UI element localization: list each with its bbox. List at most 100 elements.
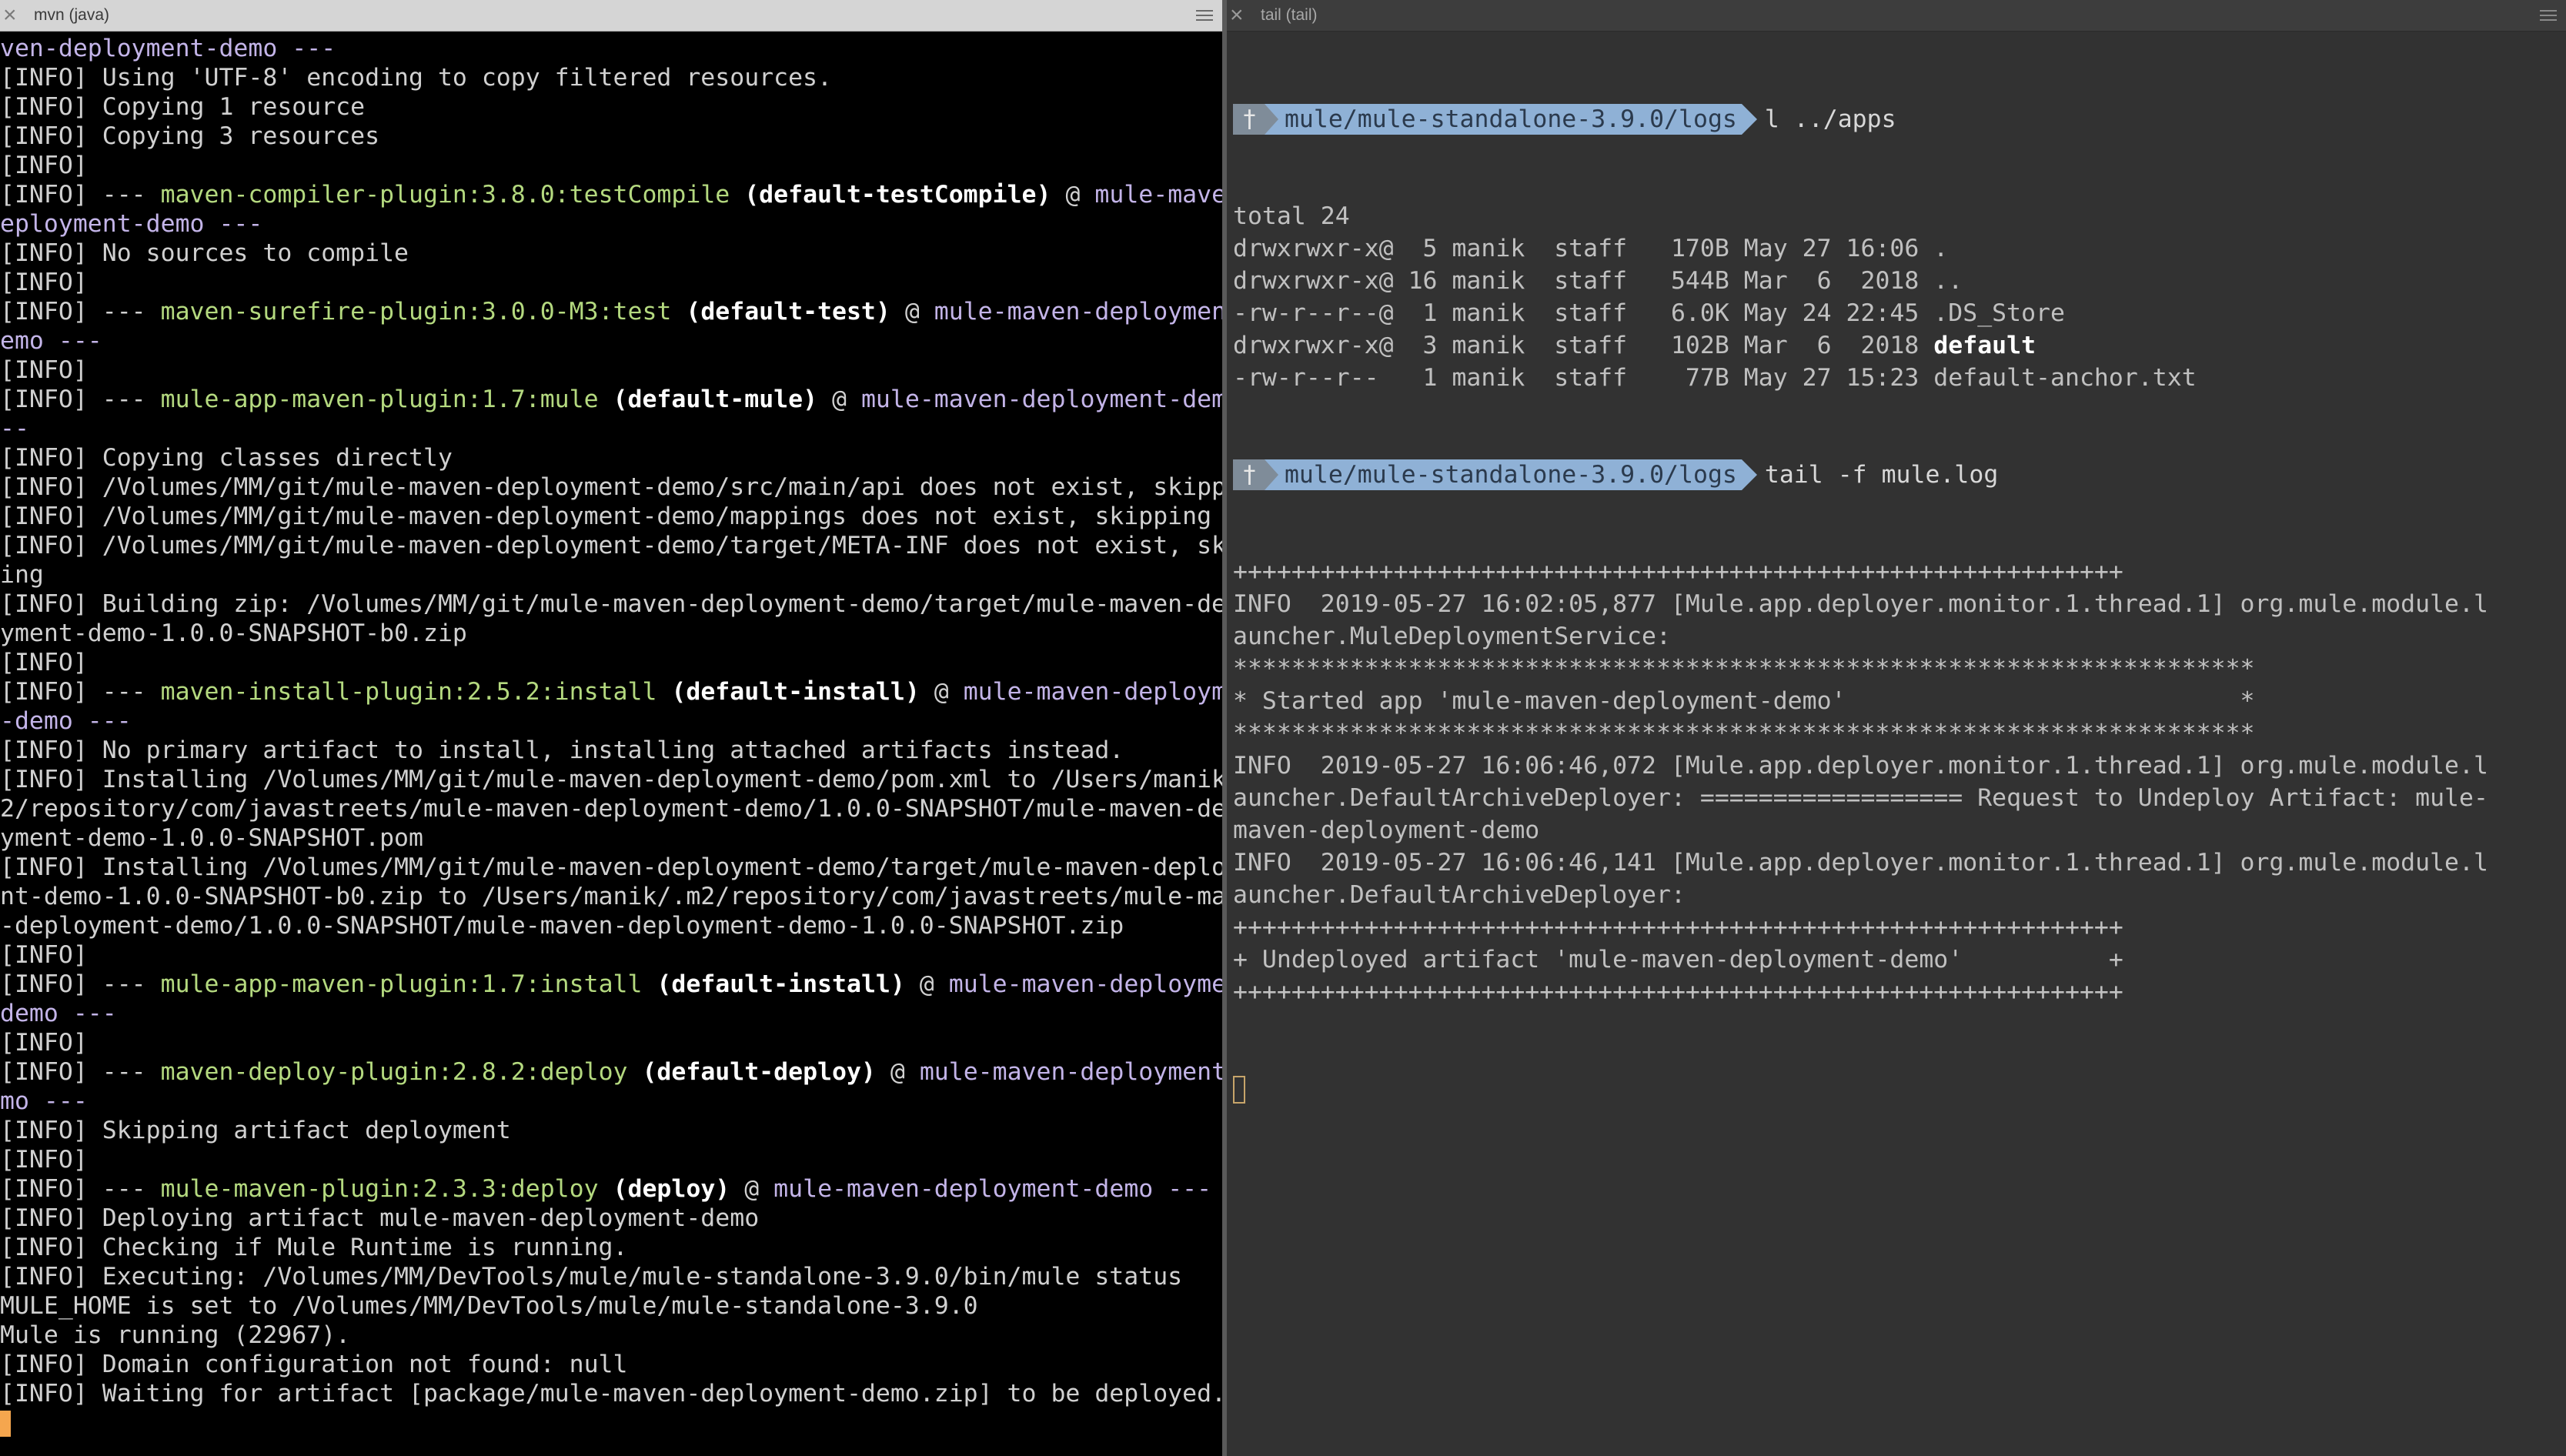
terminal-line: demo --- (0, 999, 1222, 1028)
line-segment: @ (875, 1058, 920, 1086)
terminal-line: [INFO] Installing /Volumes/MM/git/mule-m… (0, 853, 1222, 882)
terminal-line: [INFO] /Volumes/MM/git/mule-maven-deploy… (0, 531, 1222, 560)
hamburger-menu-icon[interactable] (1196, 10, 1213, 21)
line-segment: emo --- (0, 327, 102, 355)
line-segment: drwxrwxr-x@ 3 manik staff 102B Mar 6 201… (1233, 332, 1934, 359)
line-segment: mule-maven-deployment (963, 678, 1222, 706)
terminal-line: ++++++++++++++++++++++++++++++++++++++++… (1233, 976, 2566, 1008)
terminal-line: auncher.DefaultArchiveDeployer: (1233, 879, 2566, 911)
terminal-line: emo --- (0, 326, 1222, 356)
right-tab-title[interactable]: tail (tail) (1261, 0, 1318, 31)
line-segment: -- (0, 415, 29, 442)
line-segment: [INFO] --- (0, 970, 161, 998)
hamburger-menu-icon[interactable] (2540, 10, 2557, 21)
terminal-line: yment-demo-1.0.0-SNAPSHOT.pom (0, 823, 1222, 853)
terminal-line: auncher.DefaultArchiveDeployer: ========… (1233, 782, 2566, 814)
line-segment: [INFO] Copying 3 resources (0, 122, 380, 150)
terminal-line: eployment-demo --- (0, 209, 1222, 239)
prompt-path-segment: mule/mule-standalone-3.9.0/logs (1264, 459, 1757, 490)
line-segment: yment-demo-1.0.0-SNAPSHOT-b0.zip (0, 619, 467, 647)
line-segment: [INFO] Building zip: /Volumes/MM/git/mul… (0, 590, 1222, 618)
line-segment: (default-deploy) (627, 1058, 876, 1086)
line-segment: @ (919, 678, 964, 706)
line-segment: @ (730, 1175, 774, 1203)
left-tab-title[interactable]: mvn (java) (34, 0, 109, 31)
line-segment: mule-maven-plugin:2.3.3:deploy (160, 1175, 599, 1203)
right-terminal-pane[interactable]: × tail (tail) † mule/mule-standalone-3.9.… (1227, 0, 2566, 1456)
terminal-line: ****************************************… (1233, 653, 2566, 685)
line-segment: total 24 (1233, 202, 1350, 230)
terminal-line: ++++++++++++++++++++++++++++++++++++++++… (1233, 556, 2566, 588)
terminal-line: yment-demo-1.0.0-SNAPSHOT-b0.zip (0, 619, 1222, 648)
terminal-line: ven-deployment-demo --- (0, 34, 1222, 63)
line-segment: ++++++++++++++++++++++++++++++++++++++++… (1233, 913, 2123, 941)
terminal-line: [INFO] --- maven-install-plugin:2.5.2:in… (0, 677, 1222, 706)
prompt-line: † mule/mule-standalone-3.9.0/logs tail -f … (1233, 459, 2566, 491)
line-segment: [INFO] Waiting for artifact [package/mul… (0, 1380, 1222, 1408)
close-icon[interactable]: × (3, 2, 17, 29)
line-segment: * Started app 'mule-maven-deployment-dem… (1233, 687, 2255, 715)
terminal-line: [INFO] Waiting for artifact [package/mul… (0, 1379, 1222, 1408)
cursor-line (0, 1408, 1222, 1438)
close-icon[interactable]: × (1230, 2, 1244, 29)
terminal-line: -rw-r--r-- 1 manik staff 77B May 27 15:2… (1233, 362, 2566, 394)
line-segment: maven-surefire-plugin:3.0.0-M3:test (160, 298, 672, 326)
line-segment: INFO 2019-05-27 16:06:46,072 [Mule.app.d… (1233, 752, 2488, 780)
terminal-line: [INFO] (0, 1145, 1222, 1174)
line-segment: mule-app-maven-plugin:1.7:install (160, 970, 643, 998)
prompt-root-segment: † (1233, 459, 1278, 490)
terminal-line: [INFO] Using 'UTF-8' encoding to copy fi… (0, 63, 1222, 92)
shell-prompt: † mule/mule-standalone-3.9.0/logs (1233, 459, 1757, 490)
line-segment: [INFO] (0, 1146, 88, 1174)
right-terminal-output[interactable]: † mule/mule-standalone-3.9.0/logs l ../app… (1233, 38, 2566, 1456)
terminal-cursor (0, 1411, 11, 1437)
terminal-line: * Started app 'mule-maven-deployment-dem… (1233, 685, 2566, 717)
terminal-line: INFO 2019-05-27 16:06:46,072 [Mule.app.d… (1233, 750, 2566, 782)
line-segment: 2/repository/com/javastreets/mule-maven-… (0, 795, 1222, 823)
line-segment: mule-maven-deployment- (948, 970, 1222, 998)
line-segment: @ (890, 298, 934, 326)
terminal-line: mo --- (0, 1087, 1222, 1116)
left-terminal-pane[interactable]: × mvn (java) ven-deployment-demo --- [INF… (0, 0, 1222, 1456)
cursor-line (1233, 1073, 2566, 1105)
line-segment: [INFO] (0, 941, 88, 969)
line-segment: @ (817, 386, 861, 413)
line-segment: mule-maven-deployment-d (934, 298, 1222, 326)
terminal-line: [INFO] (0, 151, 1222, 180)
line-segment: [INFO] --- (0, 181, 161, 209)
line-segment: default (1933, 332, 2036, 359)
terminal-line: [INFO] Copying 1 resource (0, 92, 1222, 122)
terminal-line: ****************************************… (1233, 717, 2566, 750)
terminal-line: auncher.MuleDeploymentService: (1233, 620, 2566, 653)
line-segment: [INFO] Executing: /Volumes/MM/DevTools/m… (0, 1263, 1183, 1291)
line-segment: (default-install) (642, 970, 905, 998)
line-segment: -demo --- (0, 707, 132, 735)
terminal-line: maven-deployment-demo (1233, 814, 2566, 847)
left-terminal-output[interactable]: ven-deployment-demo --- [INFO] Using 'UTF… (0, 34, 1222, 1456)
line-segment: mule-maven-deployment-de (919, 1058, 1222, 1086)
terminal-line: + Undeployed artifact 'mule-maven-deploy… (1233, 943, 2566, 976)
line-segment: [INFO] --- (0, 298, 161, 326)
terminal-line: [INFO] Installing /Volumes/MM/git/mule-m… (0, 765, 1222, 794)
terminal-line: INFO 2019-05-27 16:06:46,141 [Mule.app.d… (1233, 847, 2566, 879)
ls-output: total 24 drwxrwxr-x@ 5 manik staff 170B M… (1233, 200, 2566, 394)
terminal-line: [INFO] /Volumes/MM/git/mule-maven-deploy… (0, 473, 1222, 502)
terminal-line: [INFO] --- mule-app-maven-plugin:1.7:ins… (0, 970, 1222, 999)
log-output: ++++++++++++++++++++++++++++++++++++++++… (1233, 556, 2566, 1008)
terminal-line: [INFO] (0, 940, 1222, 970)
line-segment: [INFO] (0, 356, 88, 384)
line-segment: -rw-r--r--@ 1 manik staff 6.0K May 24 22… (1233, 299, 2065, 327)
line-segment: [INFO] Installing /Volumes/MM/git/mule-m… (0, 766, 1222, 793)
line-segment: Mule is running (22967). (0, 1321, 351, 1349)
line-segment: ****************************************… (1233, 720, 2255, 747)
line-segment: @ (1051, 181, 1095, 209)
line-segment: drwxrwxr-x@ 5 manik staff 170B May 27 16… (1233, 235, 1949, 262)
terminal-line: drwxrwxr-x@ 5 manik staff 170B May 27 16… (1233, 232, 2566, 265)
terminal-line: MULE_HOME is set to /Volumes/MM/DevTools… (0, 1291, 1222, 1321)
line-segment: [INFO] No primary artifact to install, i… (0, 736, 1124, 764)
line-segment: auncher.MuleDeploymentService: (1233, 623, 1671, 650)
line-segment: mo --- (0, 1087, 88, 1115)
line-segment: [INFO] (0, 649, 88, 676)
line-segment: maven-install-plugin:2.5.2:install (160, 678, 657, 706)
line-segment: (deploy) (598, 1175, 730, 1203)
